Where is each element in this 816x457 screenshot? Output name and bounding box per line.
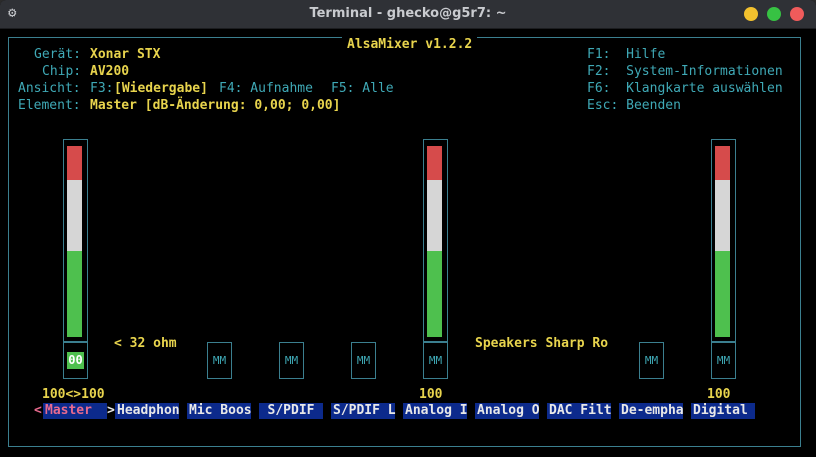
digital-meter-fill bbox=[715, 146, 730, 337]
tab-spdif-loop[interactable]: S/PDIF L bbox=[331, 403, 396, 419]
element-label: Element: bbox=[18, 98, 81, 113]
view-f4[interactable]: F4: Aufnahme bbox=[219, 80, 313, 97]
meter-green-segment bbox=[67, 251, 82, 337]
app-title: AlsaMixer v1.2.2 bbox=[342, 37, 478, 53]
meter-red-segment bbox=[427, 146, 442, 181]
meter-white-segment bbox=[67, 180, 82, 252]
tab-mic-boost[interactable]: Mic Boos bbox=[187, 403, 252, 419]
view-f5[interactable]: F5: Alle bbox=[331, 80, 394, 97]
mic-boost-mute[interactable]: MM bbox=[207, 342, 232, 379]
meter-green-segment bbox=[715, 251, 730, 337]
terminal-window: ⚙ Terminal - ghecko@g5r7: ~ AlsaMixer v1… bbox=[0, 0, 816, 457]
view-label: Ansicht: bbox=[18, 81, 81, 96]
device-value: Xonar STX bbox=[90, 47, 161, 62]
tab-left-arrow: < bbox=[34, 403, 42, 418]
tab-de-emphasis[interactable]: De-empha bbox=[619, 403, 684, 419]
help-esc[interactable]: Esc: Beenden bbox=[587, 97, 681, 114]
terminal-area[interactable]: AlsaMixer v1.2.2 Gerät: Xonar STX Chip: … bbox=[0, 29, 816, 457]
element-value: Master [dB-Änderung: 0,00; 0,00] bbox=[90, 98, 341, 113]
chip-label: Chip: bbox=[42, 64, 82, 79]
meter-red-segment bbox=[715, 146, 730, 181]
tab-master[interactable]: Master bbox=[43, 403, 107, 419]
digital-value: 100 bbox=[707, 387, 731, 402]
chip-value: AV200 bbox=[90, 64, 130, 79]
help-f1[interactable]: F1: Hilfe bbox=[587, 46, 665, 63]
help-f6[interactable]: F6: Klangkarte auswählen bbox=[587, 80, 783, 97]
tab-analog-in[interactable]: Analog I bbox=[403, 403, 468, 419]
master-value: 100<>100 bbox=[42, 387, 105, 402]
master-meter-fill bbox=[67, 146, 82, 337]
meter-green-segment bbox=[427, 251, 442, 337]
maximize-button[interactable] bbox=[767, 7, 781, 21]
analog-meter-fill bbox=[427, 146, 442, 337]
analog-in-volume-meter[interactable] bbox=[423, 139, 448, 342]
tab-dac-filter[interactable]: DAC Filt bbox=[547, 403, 612, 419]
meter-white-segment bbox=[715, 180, 730, 252]
tab-analog-out[interactable]: Analog O bbox=[475, 403, 540, 419]
tab-headphone[interactable]: Headphon bbox=[115, 403, 180, 419]
master-mute-toggle[interactable]: 00 bbox=[63, 342, 88, 379]
tab-right-arrow: > bbox=[107, 403, 115, 418]
meter-white-segment bbox=[427, 180, 442, 252]
tab-spdif[interactable]: S/PDIF bbox=[259, 403, 323, 419]
view-f3-key: F3: bbox=[90, 81, 114, 96]
tab-digital[interactable]: Digital bbox=[691, 403, 755, 419]
de-emphasis-mute[interactable]: MM bbox=[639, 342, 664, 379]
minimize-button[interactable] bbox=[744, 7, 758, 21]
analog-in-mute[interactable]: MM bbox=[423, 342, 448, 379]
digital-mute[interactable]: MM bbox=[711, 342, 736, 379]
device-label: Gerät: bbox=[34, 47, 81, 62]
digital-volume-meter[interactable] bbox=[711, 139, 736, 342]
help-f2[interactable]: F2: System-Informationen bbox=[587, 63, 783, 80]
master-mute-state: 00 bbox=[67, 352, 84, 369]
master-volume-meter[interactable] bbox=[63, 139, 88, 342]
spdif-loop-mute[interactable]: MM bbox=[351, 342, 376, 379]
spdif-mute[interactable]: MM bbox=[279, 342, 304, 379]
title-bar[interactable]: ⚙ Terminal - ghecko@g5r7: ~ bbox=[0, 0, 816, 29]
analog-value: 100 bbox=[419, 387, 443, 402]
meter-red-segment bbox=[67, 146, 82, 181]
view-current[interactable]: [Wiedergabe] bbox=[114, 80, 208, 97]
close-button[interactable] bbox=[790, 7, 804, 21]
window-title: Terminal - ghecko@g5r7: ~ bbox=[309, 6, 507, 21]
speakers-option[interactable]: Speakers Sharp Ro bbox=[475, 335, 608, 352]
headphone-impedance[interactable]: < 32 ohm bbox=[114, 335, 177, 352]
